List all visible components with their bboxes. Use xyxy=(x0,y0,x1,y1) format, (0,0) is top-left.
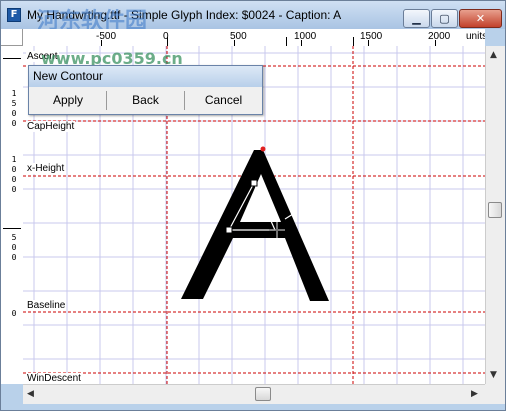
ruler-mark xyxy=(3,58,21,59)
minimize-icon: ▁ xyxy=(412,12,421,25)
ruler-vlabel: 0 xyxy=(11,109,17,118)
window-title: My Handwrting.ttf - Simple Glyph Index: … xyxy=(27,8,342,22)
ruler-vlabel: 5 xyxy=(11,99,17,108)
close-icon: ✕ xyxy=(475,12,486,25)
title-bar[interactable]: F My Handwrting.ttf - Simple Glyph Index… xyxy=(1,1,505,34)
scroll-up-icon[interactable]: ▲ xyxy=(490,50,497,60)
ruler-label-1000: 1000 xyxy=(294,31,317,42)
back-button[interactable]: Back xyxy=(107,89,184,112)
windescent-label: WinDescent xyxy=(26,373,82,384)
ruler-vlabel: 1 xyxy=(11,89,17,98)
vertical-ruler: 1 5 0 0 1 0 0 0 5 0 0 0 xyxy=(1,46,24,384)
new-contour-dialog: New Contour Apply Back Cancel xyxy=(28,65,263,115)
scroll-down-icon[interactable]: ▼ xyxy=(490,370,497,380)
ruler-vlabel: 0 xyxy=(11,253,17,262)
app-icon[interactable]: F xyxy=(7,8,21,22)
cancel-button[interactable]: Cancel xyxy=(185,89,262,112)
scroll-right-icon[interactable]: ▶ xyxy=(471,389,478,399)
horizontal-scrollbar[interactable]: ◀ ▶ xyxy=(23,384,485,404)
minimize-button[interactable]: ▁ xyxy=(403,9,430,28)
ruler-vlabel: 0 xyxy=(11,243,17,252)
ascent-label: Ascent xyxy=(26,51,59,62)
contour-point[interactable] xyxy=(250,179,258,187)
app-window: F My Handwrting.ttf - Simple Glyph Index… xyxy=(0,0,506,411)
ruler-vlabel: 5 xyxy=(11,233,17,242)
capheight-label: CapHeight xyxy=(26,121,76,132)
ruler-vlabel: 0 xyxy=(11,175,17,184)
ruler-tick xyxy=(353,37,354,46)
vertical-scroll-thumb[interactable] xyxy=(488,202,502,218)
ruler-vlabel: 0 xyxy=(11,119,17,128)
ruler-mark xyxy=(3,228,21,229)
dialog-title: New Contour xyxy=(29,66,262,87)
horizontal-ruler: -500 0 500 1000 1500 2000 units xyxy=(23,29,485,47)
baseline-label: Baseline xyxy=(26,300,67,311)
contour-point[interactable] xyxy=(225,226,233,234)
ruler-vlabel: 1 xyxy=(11,155,17,164)
ruler-tick xyxy=(286,37,287,46)
ruler-label-500: 500 xyxy=(230,31,247,42)
maximize-button[interactable]: ▢ xyxy=(431,9,458,28)
ruler-vlabel: 0 xyxy=(11,185,17,194)
xheight-label: x-Height xyxy=(26,163,66,174)
ruler-label-1500: 1500 xyxy=(360,31,383,42)
scroll-left-icon[interactable]: ◀ xyxy=(27,389,34,399)
ruler-vlabel: 0 xyxy=(11,165,17,174)
horizontal-scroll-thumb[interactable] xyxy=(255,387,271,401)
glyph-a[interactable] xyxy=(181,146,329,302)
glyph-outline[interactable] xyxy=(181,150,329,301)
close-button[interactable]: ✕ xyxy=(459,9,502,28)
ruler-label-2000: 2000 xyxy=(428,31,451,42)
vertical-scrollbar[interactable]: ▲ ▼ xyxy=(485,46,505,384)
apply-button[interactable]: Apply xyxy=(31,89,105,112)
ruler-vlabel: 0 xyxy=(11,309,17,318)
start-point-marker[interactable] xyxy=(260,146,266,152)
scrollbar-corner xyxy=(485,384,505,404)
ruler-label-neg500: -500 xyxy=(96,31,117,42)
maximize-icon: ▢ xyxy=(439,12,450,25)
ruler-units: units xyxy=(466,31,485,42)
ruler-tick xyxy=(167,37,168,46)
ruler-corner xyxy=(1,29,23,46)
